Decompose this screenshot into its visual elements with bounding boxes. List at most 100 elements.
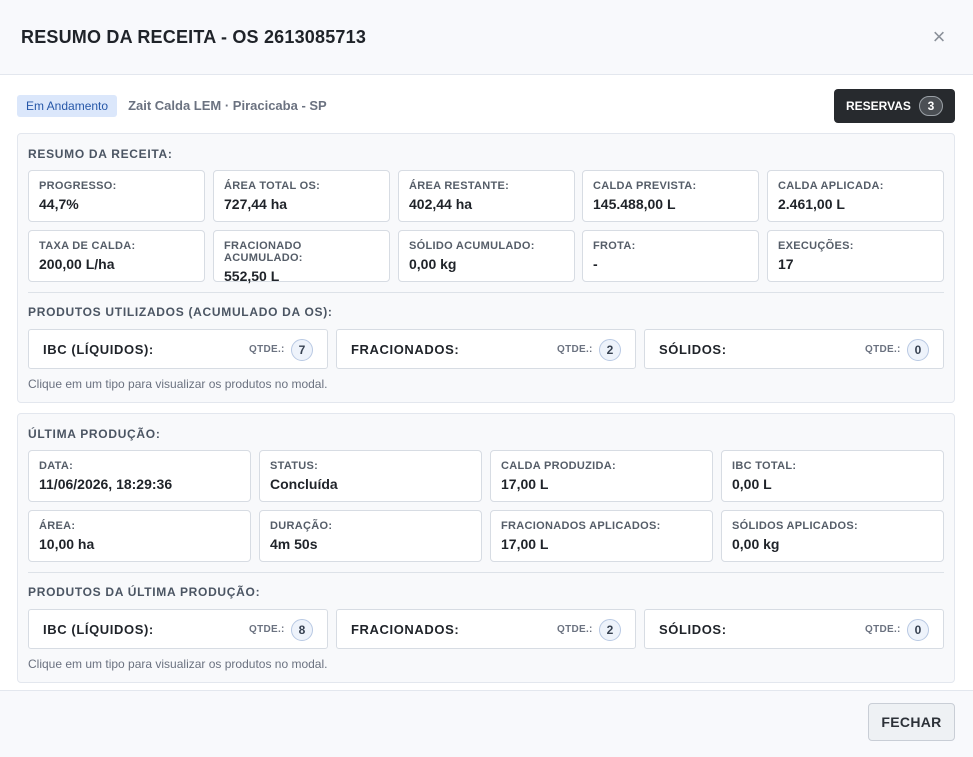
card-value: 17 bbox=[778, 256, 794, 272]
section-divider bbox=[28, 292, 944, 293]
card-value: 727,44 ha bbox=[224, 196, 288, 212]
production-card-solidos-aplicados: SÓLIDOS APLICADOS: 0,00 kg bbox=[721, 510, 944, 562]
card-label: SÓLIDOS APLICADOS: bbox=[732, 520, 858, 532]
card-value: 0,00 kg bbox=[409, 256, 457, 272]
summary-card-area-total: ÁREA TOTAL OS: 727,44 ha bbox=[213, 170, 390, 222]
card-value: 17,00 L bbox=[501, 536, 549, 552]
summary-card-execucoes: EXECUÇÕES: 17 bbox=[767, 230, 944, 282]
qty-count-badge: 2 bbox=[599, 619, 621, 641]
card-value: 17,00 L bbox=[501, 476, 549, 492]
reservas-count-badge: 3 bbox=[918, 96, 943, 116]
production-card-calda-produzida: CALDA PRODUZIDA: 17,00 L bbox=[490, 450, 713, 502]
product-type-label: FRACIONADOS: bbox=[351, 622, 460, 637]
card-label: DATA: bbox=[39, 460, 74, 472]
products-hint: Clique em um tipo para visualizar os pro… bbox=[28, 657, 328, 671]
card-label: FROTA: bbox=[593, 240, 636, 252]
product-type-label: SÓLIDOS: bbox=[659, 622, 727, 637]
product-type-label: SÓLIDOS: bbox=[659, 342, 727, 357]
summary-card-frota: FROTA: - bbox=[582, 230, 759, 282]
card-value: 0,00 kg bbox=[732, 536, 780, 552]
qty-count-badge: 7 bbox=[291, 339, 313, 361]
fechar-button[interactable]: FECHAR bbox=[868, 703, 955, 741]
modal-title: RESUMO DA RECEITA - OS 2613085713 bbox=[21, 27, 367, 47]
card-value: 0,00 L bbox=[732, 476, 772, 492]
section-divider bbox=[28, 572, 944, 573]
card-value: 145.488,00 L bbox=[593, 196, 676, 212]
summary-card-fracionado-acumulado: FRACIONADO ACUMULADO: 552,50 L bbox=[213, 230, 390, 284]
product-type-ibc[interactable]: IBC (LÍQUIDOS): QTDE.: 7 bbox=[28, 329, 328, 369]
qty-label: QTDE.: bbox=[249, 344, 285, 355]
card-label: CALDA PREVISTA: bbox=[593, 180, 697, 192]
products-title: PRODUTOS UTILIZADOS (ACUMULADO DA OS): bbox=[28, 305, 333, 319]
summary-card-taxa-calda: TAXA DE CALDA: 200,00 L/ha bbox=[28, 230, 205, 282]
product-type-fracionados[interactable]: FRACIONADOS: QTDE.: 2 bbox=[336, 329, 636, 369]
status-badge: Em Andamento bbox=[17, 94, 118, 117]
summary-card-solido-acumulado: SÓLIDO ACUMULADO: 0,00 kg bbox=[398, 230, 575, 282]
card-value: 11/06/2026, 18:29:36 bbox=[39, 476, 173, 492]
qty-count-badge: 2 bbox=[599, 339, 621, 361]
section-title: RESUMO DA RECEITA: bbox=[28, 147, 173, 161]
recipe-summary-modal: RESUMO DA RECEITA - OS 2613085713 × Em A… bbox=[0, 0, 973, 757]
summary-card-calda-aplicada: CALDA APLICADA: 2.461,00 L bbox=[767, 170, 944, 222]
card-label: ÁREA TOTAL OS: bbox=[224, 180, 321, 192]
qty-label: QTDE.: bbox=[865, 344, 901, 355]
production-card-area: ÁREA: 10,00 ha bbox=[28, 510, 251, 562]
card-label: IBC TOTAL: bbox=[732, 460, 797, 472]
production-card-data: DATA: 11/06/2026, 18:29:36 bbox=[28, 450, 251, 502]
last-production-section: ÚLTIMA PRODUÇÃO: DATA: 11/06/2026, 18:29… bbox=[17, 413, 955, 683]
location-text: Zait Calda LEM · Piracicaba - SP bbox=[128, 98, 327, 113]
card-label: ÁREA RESTANTE: bbox=[409, 180, 510, 192]
card-label: FRACIONADO ACUMULADO: bbox=[224, 240, 303, 264]
qty-label: QTDE.: bbox=[557, 344, 593, 355]
reservas-button[interactable]: RESERVAS 3 bbox=[834, 89, 955, 123]
card-label: FRACIONADOS APLICADOS: bbox=[501, 520, 661, 532]
production-card-duracao: DURAÇÃO: 4m 50s bbox=[259, 510, 482, 562]
card-label: SÓLIDO ACUMULADO: bbox=[409, 240, 535, 252]
card-value: 4m 50s bbox=[270, 536, 318, 552]
qty-count-badge: 0 bbox=[907, 619, 929, 641]
product-type-label: FRACIONADOS: bbox=[351, 342, 460, 357]
status-bar: Em Andamento Zait Calda LEM · Piracicaba… bbox=[17, 94, 327, 117]
product-type-solidos[interactable]: SÓLIDOS: QTDE.: 0 bbox=[644, 329, 944, 369]
production-card-ibc-total: IBC TOTAL: 0,00 L bbox=[721, 450, 944, 502]
card-value: 10,00 ha bbox=[39, 536, 95, 552]
card-label: STATUS: bbox=[270, 460, 319, 472]
card-label: PROGRESSO: bbox=[39, 180, 117, 192]
recipe-summary-section: RESUMO DA RECEITA: PROGRESSO: 44,7% ÁREA… bbox=[17, 133, 955, 403]
close-icon[interactable]: × bbox=[928, 26, 950, 48]
card-label: DURAÇÃO: bbox=[270, 520, 333, 532]
card-label: ÁREA: bbox=[39, 520, 76, 532]
card-value: Concluída bbox=[270, 476, 338, 492]
qty-count-badge: 8 bbox=[291, 619, 313, 641]
section-title: ÚLTIMA PRODUÇÃO: bbox=[28, 427, 161, 441]
card-value: - bbox=[593, 256, 598, 272]
products-title: PRODUTOS DA ÚLTIMA PRODUÇÃO: bbox=[28, 585, 261, 599]
qty-label: QTDE.: bbox=[557, 624, 593, 635]
modal-footer: FECHAR bbox=[0, 690, 973, 757]
product-type-label: IBC (LÍQUIDOS): bbox=[43, 342, 154, 357]
product-type-solidos[interactable]: SÓLIDOS: QTDE.: 0 bbox=[644, 609, 944, 649]
summary-card-area-restante: ÁREA RESTANTE: 402,44 ha bbox=[398, 170, 575, 222]
card-value: 552,50 L bbox=[224, 268, 280, 284]
summary-card-calda-prevista: CALDA PREVISTA: 145.488,00 L bbox=[582, 170, 759, 222]
card-label: CALDA PRODUZIDA: bbox=[501, 460, 616, 472]
card-label: TAXA DE CALDA: bbox=[39, 240, 136, 252]
reservas-label: RESERVAS bbox=[846, 99, 911, 113]
product-type-ibc[interactable]: IBC (LÍQUIDOS): QTDE.: 8 bbox=[28, 609, 328, 649]
product-type-label: IBC (LÍQUIDOS): bbox=[43, 622, 154, 637]
card-label: CALDA APLICADA: bbox=[778, 180, 884, 192]
card-value: 2.461,00 L bbox=[778, 196, 845, 212]
card-value: 200,00 L/ha bbox=[39, 256, 115, 272]
product-type-fracionados[interactable]: FRACIONADOS: QTDE.: 2 bbox=[336, 609, 636, 649]
qty-label: QTDE.: bbox=[865, 624, 901, 635]
production-card-status: STATUS: Concluída bbox=[259, 450, 482, 502]
summary-card-progresso: PROGRESSO: 44,7% bbox=[28, 170, 205, 222]
qty-label: QTDE.: bbox=[249, 624, 285, 635]
qty-count-badge: 0 bbox=[907, 339, 929, 361]
products-hint: Clique em um tipo para visualizar os pro… bbox=[28, 377, 328, 391]
modal-header: RESUMO DA RECEITA - OS 2613085713 × bbox=[0, 0, 973, 75]
card-label: EXECUÇÕES: bbox=[778, 240, 854, 252]
card-value: 402,44 ha bbox=[409, 196, 473, 212]
production-card-fracionados-aplicados: FRACIONADOS APLICADOS: 17,00 L bbox=[490, 510, 713, 562]
card-value: 44,7% bbox=[39, 196, 79, 212]
